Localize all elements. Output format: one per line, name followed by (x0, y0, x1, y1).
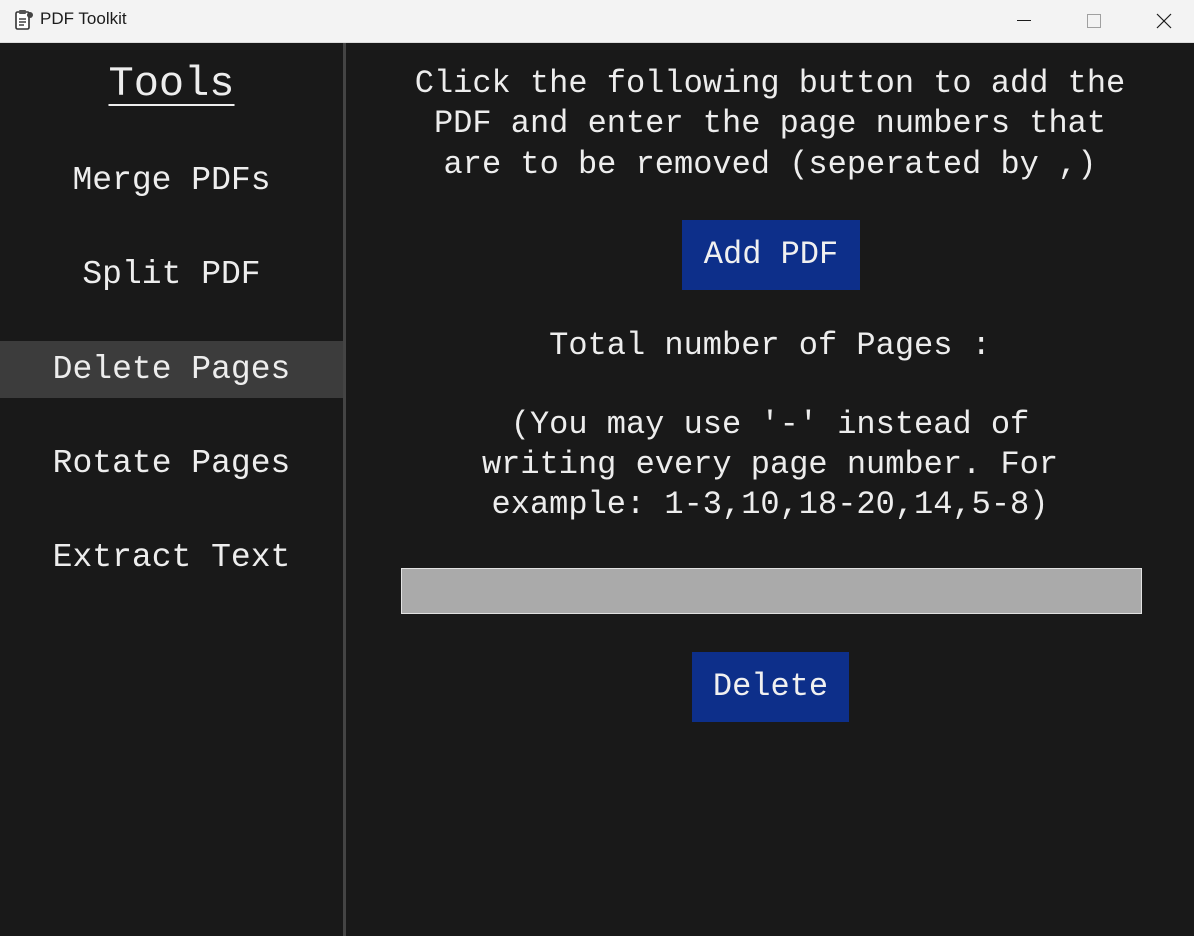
window-title: PDF Toolkit (40, 9, 127, 28)
close-button[interactable] (1129, 0, 1194, 43)
sidebar-item-extract-text[interactable]: Extract Text (0, 529, 343, 586)
delete-button[interactable]: Delete (692, 652, 849, 722)
title-bar: PDF Toolkit (0, 0, 1194, 43)
sidebar-item-rotate-pages[interactable]: Rotate Pages (0, 435, 343, 492)
main-panel: Click the following button to add the PD… (346, 43, 1194, 936)
sidebar-item-merge-pdfs[interactable]: Merge PDFs (0, 152, 343, 209)
sidebar-item-split-pdf[interactable]: Split PDF (0, 246, 343, 303)
sidebar-title: Tools (108, 60, 235, 108)
clipboard-pdf-icon (15, 10, 33, 30)
close-icon (1156, 13, 1172, 29)
instruction-line: are to be removed (seperated by ,) (443, 146, 1097, 183)
minimize-icon (1017, 20, 1031, 21)
sidebar-item-delete-pages[interactable]: Delete Pages (0, 341, 343, 398)
hint-line: writing every page number. For (481, 446, 1059, 483)
page-numbers-input[interactable] (401, 568, 1142, 614)
maximize-button[interactable] (1059, 0, 1129, 43)
instruction-line: PDF and enter the page numbers that (433, 105, 1107, 142)
hint-line: (You may use '-' instead of (510, 406, 1030, 443)
add-pdf-button[interactable]: Add PDF (682, 220, 860, 290)
instruction-line: Click the following button to add the (414, 65, 1126, 102)
minimize-button[interactable] (989, 0, 1059, 43)
hint-line: example: 1-3,10,18-20,14,5-8) (491, 486, 1049, 523)
maximize-icon (1087, 14, 1101, 28)
total-pages-label: Total number of Pages : (549, 327, 991, 364)
